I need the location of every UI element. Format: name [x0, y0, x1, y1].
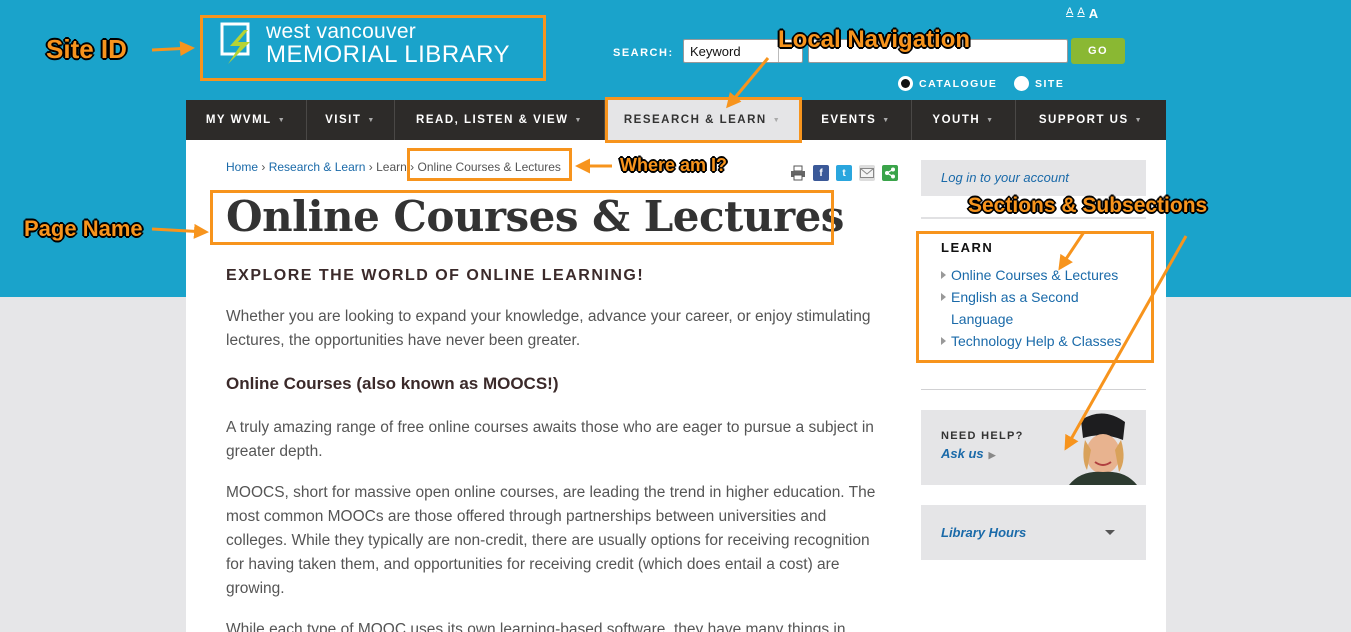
arrow-sections — [1058, 231, 1086, 271]
annotation-site-id: Site ID — [46, 34, 127, 64]
arrow-local-nav — [726, 57, 770, 109]
arrow-page-name — [151, 223, 209, 239]
arrow-subsections — [1064, 235, 1188, 451]
annotation-where-am-i: Where am I? — [620, 155, 728, 175]
arrow-site-id — [151, 41, 195, 57]
annotation-page-name: Page Name — [24, 216, 143, 241]
annotation-local-nav: Local Navigation — [778, 26, 971, 53]
annotation-arrows — [151, 41, 1188, 451]
annotation-sections: Sections & Subsections — [968, 194, 1208, 217]
